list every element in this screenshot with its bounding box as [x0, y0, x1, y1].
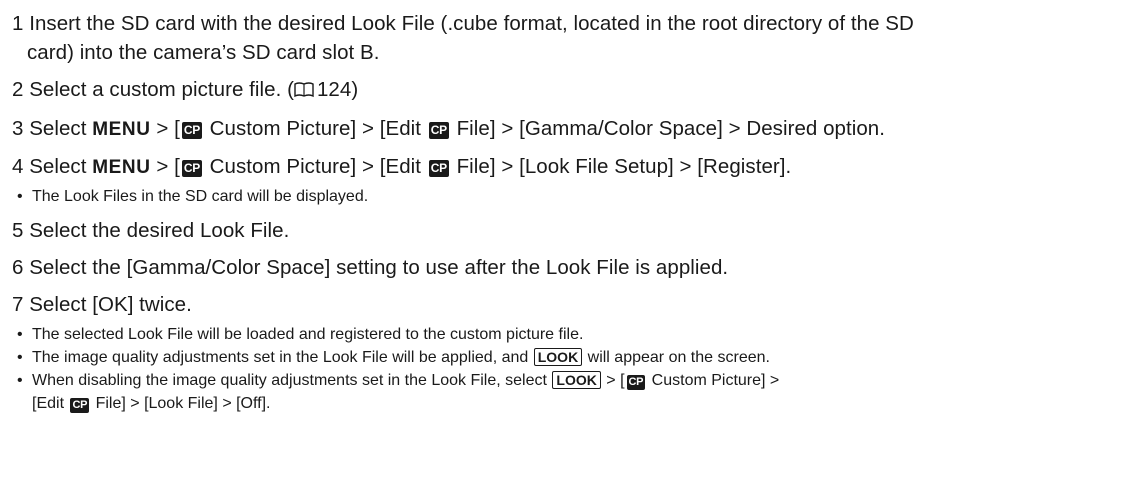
- look-indicator-icon: LOOK: [552, 371, 601, 389]
- step-1: 1 Insert the SD card with the desired Lo…: [12, 9, 1131, 67]
- step-text: File] > [Look File Setup] > [Register].: [450, 155, 792, 178]
- step-text: File] > [Gamma/Color Space] > Desired op…: [450, 117, 885, 140]
- look-indicator-icon: LOOK: [533, 348, 583, 366]
- bullet-text: Custom Picture] >: [647, 372, 780, 389]
- step-4: 4 Select MENU > [CP Custom Picture] > [E…: [12, 152, 1131, 182]
- step-5: 5 Select the desired Look File.: [12, 216, 1131, 245]
- instruction-document: 1 Insert the SD card with the desired Lo…: [0, 0, 1131, 482]
- step-text: Select a custom picture file. (: [29, 78, 294, 101]
- step-number: 5: [12, 219, 24, 242]
- book-reference-icon: [294, 77, 314, 106]
- step-2: 2 Select a custom picture file. ( 124): [12, 75, 1131, 106]
- bullet-text-continued: [Edit CP File] > [Look File] > [Off].: [32, 392, 1131, 415]
- custom-picture-icon: CP: [428, 160, 449, 177]
- step-number: 2: [12, 78, 24, 101]
- step-text-close: ): [351, 78, 359, 101]
- custom-picture-icon: CP: [70, 398, 90, 413]
- bullet-text: [Edit: [32, 395, 69, 412]
- page-reference: 124: [316, 78, 352, 101]
- custom-picture-icon: CP: [181, 160, 202, 177]
- bullet-text: The image quality adjustments set in the…: [32, 349, 533, 366]
- step-text: Custom Picture] > [Edit: [203, 117, 427, 140]
- step-text: > [: [150, 117, 180, 140]
- step-number: 6: [12, 256, 24, 279]
- step-number: 1: [12, 12, 24, 35]
- step-text: Custom Picture] > [Edit: [203, 155, 427, 178]
- step-text: Select the desired Look File.: [29, 219, 290, 242]
- bullet-text: File] > [Look File] > [Off].: [91, 395, 271, 412]
- step-text-continued: card) into the camera’s SD card slot B.: [27, 41, 380, 64]
- step-number: 4: [12, 155, 24, 178]
- bullet-text: will appear on the screen.: [583, 349, 770, 366]
- step-number: 3: [12, 117, 24, 140]
- step-7-bullet-2: The image quality adjustments set in the…: [12, 346, 1131, 369]
- bullet-text: > [: [601, 372, 625, 389]
- step-number: 7: [12, 293, 24, 316]
- menu-button-label: MENU: [92, 157, 151, 178]
- step-text: Select: [29, 117, 93, 140]
- step-7-bullet-3: When disabling the image quality adjustm…: [12, 369, 1131, 415]
- step-6: 6 Select the [Gamma/Color Space] setting…: [12, 253, 1131, 282]
- step-text: Insert the SD card with the desired Look…: [29, 12, 914, 35]
- custom-picture-icon: CP: [626, 375, 646, 390]
- custom-picture-icon: CP: [181, 122, 202, 139]
- step-4-bullet: The Look Files in the SD card will be di…: [12, 185, 1131, 208]
- step-7-bullet-1: The selected Look File will be loaded an…: [12, 323, 1131, 346]
- step-text: > [: [150, 155, 180, 178]
- step-3: 3 Select MENU > [CP Custom Picture] > [E…: [12, 114, 1131, 144]
- menu-button-label: MENU: [92, 119, 151, 140]
- bullet-text: When disabling the image quality adjustm…: [32, 372, 552, 389]
- custom-picture-icon: CP: [428, 122, 449, 139]
- step-7: 7 Select [OK] twice.: [12, 290, 1131, 319]
- step-text: Select the [Gamma/Color Space] setting t…: [29, 256, 729, 279]
- step-text: Select: [29, 155, 93, 178]
- step-text: Select [OK] twice.: [29, 293, 192, 316]
